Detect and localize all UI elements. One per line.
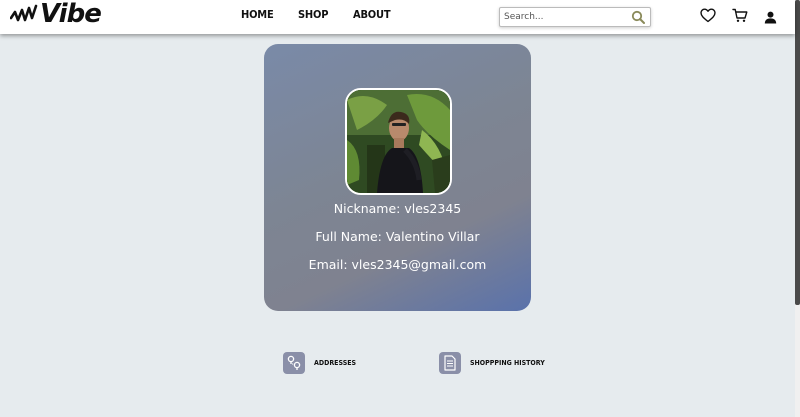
- profile-photo: [347, 90, 450, 193]
- logo-wave-icon: [10, 4, 38, 22]
- brand-logo[interactable]: Vibe: [10, 0, 105, 30]
- addresses-label: ADDRESSES: [314, 359, 357, 367]
- shopping-history-label: SHOPPPING HISTORY: [470, 359, 545, 367]
- scrollbar-thumb[interactable]: [795, 0, 800, 305]
- document-icon: [439, 352, 461, 374]
- logo-text: Vibe: [40, 0, 102, 29]
- user-icon[interactable]: [764, 9, 777, 28]
- profile-card: Nickname: vles2345 Full Name: Valentino …: [264, 44, 531, 311]
- top-navigation-bar: Vibe HOME SHOP ABOUT: [0, 0, 795, 34]
- nav-shop[interactable]: SHOP: [298, 8, 328, 21]
- map-pin-icon: [283, 352, 305, 374]
- nav-home[interactable]: HOME: [241, 8, 274, 21]
- cart-icon[interactable]: [732, 8, 748, 27]
- email-text: Email: vles2345@gmail.com: [308, 257, 487, 272]
- addresses-button[interactable]: ADDRESSES: [283, 352, 363, 376]
- search-box: [499, 7, 651, 27]
- shopping-history-button[interactable]: SHOPPPING HISTORY: [439, 352, 545, 376]
- full-name-text: Full Name: Valentino Villar: [315, 229, 480, 244]
- search-input[interactable]: [504, 9, 624, 24]
- page-scrollbar[interactable]: [795, 0, 800, 417]
- avatar: [345, 88, 452, 195]
- nav-about[interactable]: ABOUT: [353, 8, 391, 21]
- heart-icon[interactable]: [700, 8, 716, 27]
- nickname-text: Nickname: vles2345: [333, 201, 462, 216]
- search-icon[interactable]: [631, 9, 645, 28]
